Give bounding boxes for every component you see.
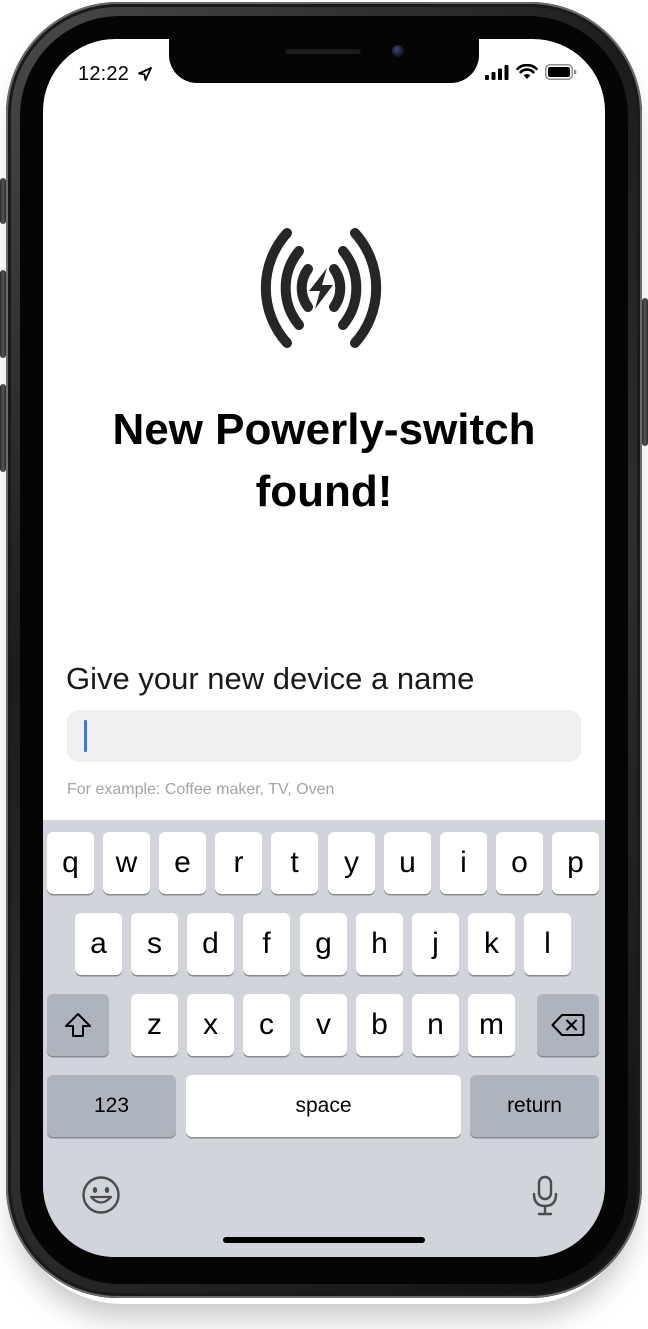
key-l[interactable]: l (524, 913, 571, 975)
key-h[interactable]: h (356, 913, 403, 975)
wifi-icon (516, 64, 538, 79)
device-name-hint: For example: Coffee maker, TV, Oven (67, 781, 335, 798)
key-e[interactable]: e (159, 832, 206, 894)
key-z[interactable]: z (131, 994, 178, 1056)
key-j[interactable]: j (412, 913, 459, 975)
power-button (642, 298, 648, 446)
key-r[interactable]: r (215, 832, 262, 894)
shift-key[interactable] (47, 994, 109, 1056)
key-k[interactable]: k (468, 913, 515, 975)
key-t[interactable]: t (271, 832, 318, 894)
key-p[interactable]: p (552, 832, 599, 894)
microphone-icon[interactable] (531, 1175, 559, 1217)
device-name-input[interactable] (67, 710, 581, 762)
key-y[interactable]: y (328, 832, 375, 894)
shift-arrow-icon (65, 1013, 91, 1037)
key-v[interactable]: v (300, 994, 347, 1056)
key-s[interactable]: s (131, 913, 178, 975)
home-indicator[interactable] (223, 1237, 425, 1243)
title-line-1: New Powerly-switch (112, 405, 536, 454)
status-time: 12:22 (78, 63, 152, 86)
wireless-power-icon (260, 228, 382, 348)
speaker-grille (285, 48, 361, 54)
location-arrow-icon (137, 67, 152, 81)
key-n[interactable]: n (412, 994, 459, 1056)
text-caret (84, 720, 87, 752)
volume-down-button (0, 384, 6, 472)
signal-bars-icon (485, 64, 509, 80)
key-w[interactable]: w (103, 832, 150, 894)
silent-switch (0, 178, 6, 224)
key-m[interactable]: m (468, 994, 515, 1056)
battery-icon (545, 64, 577, 80)
front-camera (392, 45, 404, 57)
emoji-icon[interactable] (81, 1175, 121, 1215)
key-x[interactable]: x (187, 994, 234, 1056)
volume-up-button (0, 270, 6, 358)
screen: 12:22 New Powerly-switch found! Give you… (43, 39, 605, 1257)
key-u[interactable]: u (384, 832, 431, 894)
key-o[interactable]: o (496, 832, 543, 894)
device-name-label: Give your new device a name (66, 661, 475, 696)
key-i[interactable]: i (440, 832, 487, 894)
key-g[interactable]: g (300, 913, 347, 975)
key-q[interactable]: q (47, 832, 94, 894)
delete-key[interactable] (537, 994, 599, 1056)
key-f[interactable]: f (243, 913, 290, 975)
key-b[interactable]: b (356, 994, 403, 1056)
key-a[interactable]: a (75, 913, 122, 975)
title-line-2: found! (255, 467, 393, 516)
backspace-icon (551, 1014, 585, 1036)
space-key[interactable]: space (186, 1075, 461, 1137)
key-c[interactable]: c (243, 994, 290, 1056)
status-icons (485, 64, 577, 80)
return-key[interactable]: return (470, 1075, 599, 1137)
key-d[interactable]: d (187, 913, 234, 975)
page-title: New Powerly-switch found! (43, 399, 605, 523)
numbers-key[interactable]: 123 (47, 1075, 176, 1137)
notch (169, 39, 479, 83)
